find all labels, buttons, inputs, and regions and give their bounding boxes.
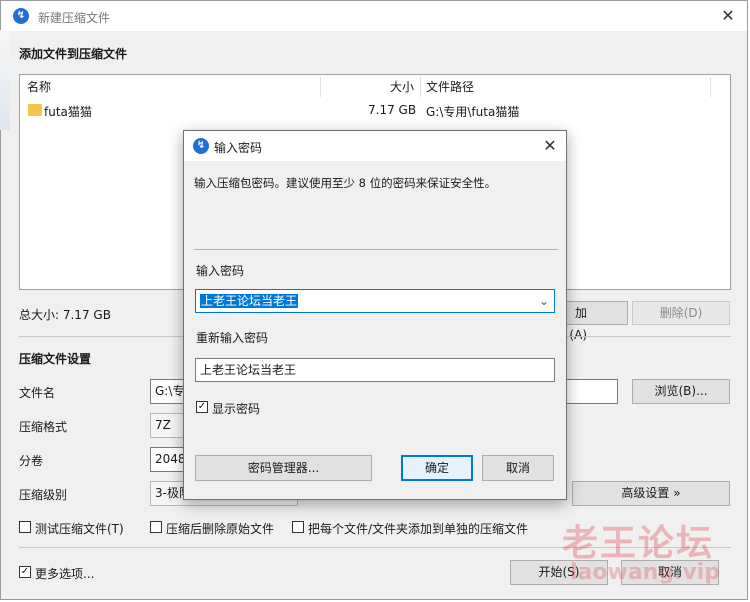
column-header-path[interactable]: 文件路径	[426, 75, 474, 99]
password-dialog: ↯ 输入密码 ✕ 输入压缩包密码。建议使用至少 8 位的密码来保证安全性。 输入…	[183, 130, 567, 500]
volume-field[interactable]: 2048	[150, 447, 186, 472]
format-label: 压缩格式	[19, 420, 68, 434]
format-select[interactable]: 7Z	[150, 413, 186, 438]
more-options-checkbox[interactable]: ✓	[19, 566, 31, 578]
volume-label: 分卷	[19, 454, 44, 468]
more-options-label[interactable]: 更多选项...	[35, 565, 94, 582]
close-icon[interactable]: ✕	[539, 135, 561, 157]
background-strip	[0, 30, 10, 130]
row-path: G:\专用\futa猫猫	[426, 105, 520, 119]
test-archive-checkbox[interactable]	[19, 521, 31, 533]
main-titlebar: ↯ 新建压缩文件 ✕	[1, 1, 747, 31]
divider	[194, 249, 558, 250]
column-separator	[320, 77, 321, 97]
settings-heading: 压缩文件设置	[19, 352, 92, 366]
delete-after-label[interactable]: 压缩后删除原始文件	[166, 520, 274, 537]
checkbox-check-icon: ✓	[20, 566, 30, 577]
window-title: 新建压缩文件	[38, 11, 111, 25]
delete-button[interactable]: 删除(D)	[632, 301, 730, 325]
total-size: 总大小: 7.17 GB	[19, 308, 111, 322]
dialog-description: 输入压缩包密码。建议使用至少 8 位的密码来保证安全性。	[194, 176, 497, 190]
watermark-cn: 老王论坛	[562, 522, 715, 564]
ok-button[interactable]: 确定	[401, 455, 473, 481]
table-row[interactable]: futa猫猫 7.17 GB G:\专用\futa猫猫	[20, 99, 730, 121]
password-manager-button[interactable]: 密码管理器...	[195, 455, 372, 481]
checkbox-check-icon: ✓	[197, 401, 207, 412]
column-header-size[interactable]: 大小	[390, 75, 414, 99]
add-files-heading: 添加文件到压缩文件	[19, 47, 128, 61]
password-value: 上老王论坛当老王	[200, 294, 299, 308]
browse-button[interactable]: 浏览(B)...	[632, 379, 730, 404]
folder-icon	[28, 104, 42, 116]
show-password-checkbox[interactable]: ✓	[196, 401, 208, 413]
password-label: 输入密码	[196, 264, 245, 278]
close-icon[interactable]: ✕	[717, 5, 739, 27]
app-icon: ↯	[193, 138, 209, 154]
reenter-label: 重新输入密码	[196, 331, 269, 345]
advanced-settings-button[interactable]: 高级设置 »	[572, 481, 730, 506]
row-name: futa猫猫	[44, 105, 92, 119]
app-icon: ↯	[13, 8, 29, 24]
test-archive-label[interactable]: 测试压缩文件(T)	[35, 520, 124, 537]
password-field[interactable]: 上老王论坛当老王 ⌄	[195, 289, 555, 313]
dialog-cancel-button[interactable]: 取消	[482, 455, 554, 481]
column-separator	[710, 77, 711, 97]
each-separately-label[interactable]: 把每个文件/文件夹添加到单独的压缩文件	[308, 520, 528, 537]
chevron-down-icon[interactable]: ⌄	[539, 290, 549, 312]
dialog-titlebar: ↯ 输入密码 ✕	[184, 131, 566, 161]
dialog-title: 输入密码	[214, 141, 263, 155]
watermark-en: laowang.vip	[570, 560, 721, 585]
show-password-label[interactable]: 显示密码	[212, 400, 260, 417]
column-separator	[420, 77, 421, 97]
filename-label: 文件名	[19, 386, 56, 400]
each-separately-checkbox[interactable]	[292, 521, 304, 533]
delete-after-checkbox[interactable]	[150, 521, 162, 533]
level-label: 压缩级别	[19, 488, 68, 502]
reenter-field[interactable]: 上老王论坛当老王	[195, 358, 555, 382]
dialog-description-area: 输入压缩包密码。建议使用至少 8 位的密码来保证安全性。	[184, 161, 566, 249]
add-button[interactable]: 加(A)	[560, 301, 628, 342]
row-size: 7.17 GB	[368, 103, 417, 117]
column-header-name[interactable]: 名称	[27, 75, 51, 99]
